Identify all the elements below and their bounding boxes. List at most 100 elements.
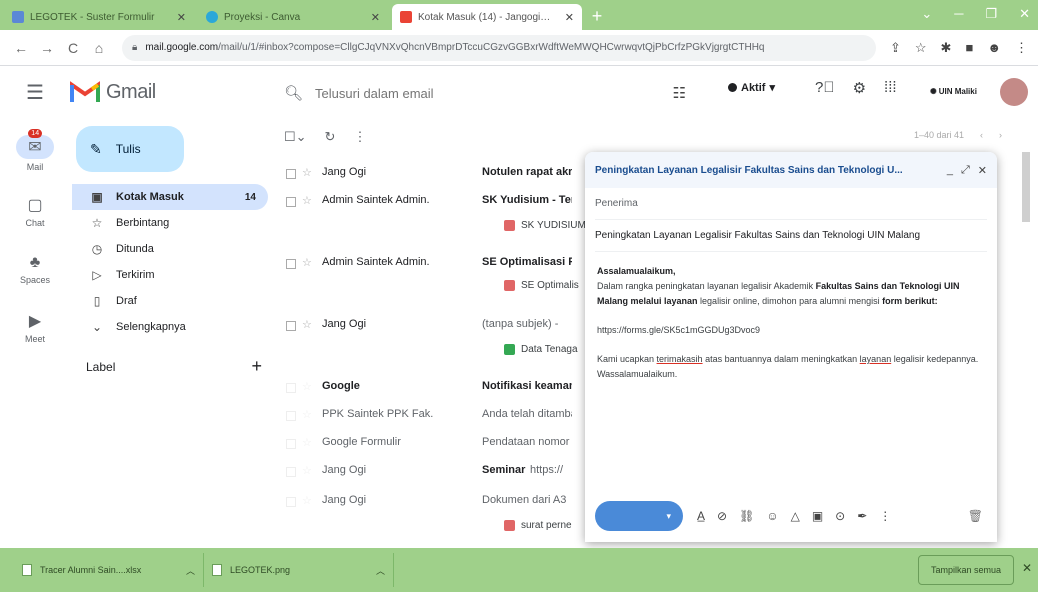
- chevron-up-icon[interactable]: ︿: [186, 564, 195, 577]
- url-field[interactable]: 🔒︎ mail.google.com /mail/u/1/#inbox?comp…: [122, 34, 876, 61]
- star-icon[interactable]: ☆: [302, 166, 322, 179]
- status-selector[interactable]: Aktif ▾: [728, 81, 775, 94]
- new-tab-button[interactable]: +: [586, 6, 608, 28]
- star-icon[interactable]: ☆: [302, 318, 322, 331]
- bookmark-star-icon[interactable]: ☆: [915, 40, 927, 56]
- row-checkbox[interactable]: [286, 439, 296, 449]
- back-icon[interactable]: ←: [10, 40, 32, 56]
- gear-icon[interactable]: ⚙: [853, 79, 866, 97]
- link-icon[interactable]: ⛓: [739, 509, 754, 523]
- row-checkbox[interactable]: [286, 383, 296, 393]
- subject-field[interactable]: Peningkatan Layanan Legalisir Fakultas S…: [595, 220, 987, 252]
- home-icon[interactable]: ⌂: [88, 40, 110, 56]
- tab-search-icon[interactable]: ⌄: [921, 6, 932, 22]
- star-icon[interactable]: ☆: [302, 436, 322, 449]
- rail-item-meet[interactable]: ▶ Meet: [0, 298, 70, 356]
- star-icon[interactable]: ☆: [302, 408, 322, 421]
- photo-icon[interactable]: ▣: [812, 509, 823, 523]
- attach-icon[interactable]: ⊘: [717, 509, 727, 523]
- browser-menu-icon[interactable]: ⋮: [1015, 40, 1028, 56]
- send-button[interactable]: ▾: [595, 501, 683, 531]
- lock-icon[interactable]: ⊙: [835, 509, 845, 523]
- more-options-icon[interactable]: ⋮: [353, 129, 366, 145]
- select-all-checkbox[interactable]: ☐⌄: [284, 129, 307, 145]
- sidebar-item-inbox[interactable]: ▣ Kotak Masuk 14: [72, 184, 268, 210]
- emoji-icon[interactable]: ☺: [766, 509, 778, 523]
- tab-close-icon[interactable]: ✕: [565, 11, 574, 24]
- chevron-up-icon[interactable]: ︿: [376, 564, 385, 577]
- search-icon[interactable]: 🔍︎: [284, 84, 303, 102]
- more-options-icon[interactable]: ⋮: [879, 509, 891, 523]
- show-all-downloads-button[interactable]: Tampilkan semua: [918, 555, 1014, 585]
- recipients-field[interactable]: Penerima: [595, 188, 987, 220]
- star-icon[interactable]: ☆: [302, 464, 322, 477]
- vertical-scrollbar[interactable]: [1022, 152, 1030, 222]
- refresh-icon[interactable]: ↻: [325, 129, 336, 145]
- attachment-chip[interactable]: surat perne: [504, 520, 592, 531]
- gmail-logo[interactable]: Gmail: [70, 81, 270, 104]
- maximize-icon[interactable]: ❐: [985, 6, 997, 22]
- message-body[interactable]: Assalamualaikum, Dalam rangka peningkata…: [585, 252, 997, 394]
- apps-grid-icon[interactable]: ⁞⁞⁞: [884, 79, 897, 97]
- sidebar-item-starred[interactable]: ☆ Berbintang: [72, 210, 268, 236]
- minimize-icon[interactable]: _: [947, 164, 953, 177]
- download-item[interactable]: LEGOTEK.png ︿: [204, 553, 394, 587]
- row-checkbox[interactable]: [286, 259, 296, 269]
- star-icon[interactable]: ☆: [302, 494, 322, 507]
- star-icon[interactable]: ☆: [302, 380, 322, 393]
- close-icon[interactable]: ✕: [978, 164, 987, 177]
- add-label-button[interactable]: +: [251, 357, 262, 375]
- lock-icon[interactable]: 🔒︎: [132, 42, 137, 53]
- prev-page-icon[interactable]: ‹: [980, 130, 983, 140]
- sidebar-item-more[interactable]: ⌄ Selengkapnya: [72, 314, 268, 340]
- tab-close-icon[interactable]: ✕: [177, 11, 186, 24]
- sidebar-item-snoozed[interactable]: ◷ Ditunda: [72, 236, 268, 262]
- sidebar-item-sent[interactable]: ▷ Terkirim: [72, 262, 268, 288]
- help-icon[interactable]: ?⃝: [815, 79, 835, 97]
- close-icon[interactable]: ✕: [1022, 561, 1032, 575]
- rail-item-spaces[interactable]: ♣ Spaces: [0, 240, 70, 298]
- signature-icon[interactable]: ✒: [857, 509, 867, 523]
- send-options-icon[interactable]: ▾: [666, 511, 671, 522]
- sidebar-item-drafts[interactable]: ▯ Draf: [72, 288, 268, 314]
- drive-icon[interactable]: △: [791, 509, 800, 523]
- browser-tab-gmail[interactable]: Kotak Masuk (14) - Jangogi@@ ✕: [392, 4, 582, 30]
- row-checkbox[interactable]: [286, 497, 296, 507]
- attachment-chip[interactable]: SE Optimalis: [504, 280, 592, 291]
- minimize-icon[interactable]: ─: [954, 6, 963, 22]
- compose-button[interactable]: ✎ Tulis: [76, 126, 184, 172]
- profile-icon[interactable]: ☻: [987, 40, 1001, 55]
- close-window-icon[interactable]: ✕: [1019, 6, 1030, 22]
- row-checkbox[interactable]: [286, 321, 296, 331]
- extension-puzzle-icon[interactable]: ■: [965, 40, 973, 55]
- rail-item-mail[interactable]: ✉ 14 Mail: [0, 124, 70, 182]
- browser-tab-canva[interactable]: Proyeksi - Canva ✕: [198, 4, 388, 30]
- next-page-icon[interactable]: ›: [999, 130, 1002, 140]
- reload-icon[interactable]: C: [62, 40, 84, 56]
- tab-close-icon[interactable]: ✕: [371, 11, 380, 24]
- share-icon[interactable]: ⇪: [890, 40, 901, 56]
- form-link[interactable]: https://forms.gle/SK5c1mGGDUg3Dvoc9: [597, 323, 985, 338]
- account-avatar[interactable]: [1000, 78, 1028, 106]
- browser-tab-legotek[interactable]: LEGOTEK - Suster Formulir ✕: [4, 4, 194, 30]
- rail-item-chat[interactable]: ▢ Chat: [0, 182, 70, 240]
- star-icon[interactable]: ☆: [302, 256, 322, 269]
- discard-draft-icon[interactable]: 🗑︎: [968, 509, 983, 523]
- row-checkbox[interactable]: [286, 197, 296, 207]
- compose-header[interactable]: Peningkatan Layanan Legalisir Fakultas S…: [585, 152, 997, 188]
- organization-logo[interactable]: ✺ UIN Maliki: [930, 81, 988, 101]
- expand-icon[interactable]: ⤢: [961, 164, 970, 177]
- extension-icon[interactable]: ✱: [941, 40, 952, 56]
- text-format-icon[interactable]: A̲: [697, 509, 705, 523]
- download-item[interactable]: Tracer Alumni Sain....xlsx ︿: [14, 553, 204, 587]
- row-checkbox[interactable]: [286, 169, 296, 179]
- row-checkbox[interactable]: [286, 411, 296, 421]
- search-options-icon[interactable]: ☷: [673, 84, 686, 102]
- attachment-chip[interactable]: SK YUDISIUM: [504, 220, 592, 231]
- row-checkbox[interactable]: [286, 467, 296, 477]
- attachment-chip[interactable]: Data Tenaga: [504, 344, 592, 355]
- star-icon[interactable]: ☆: [302, 194, 322, 207]
- forward-icon[interactable]: →: [36, 40, 58, 56]
- search-input[interactable]: [315, 85, 616, 101]
- main-menu-icon[interactable]: ☰: [0, 80, 70, 105]
